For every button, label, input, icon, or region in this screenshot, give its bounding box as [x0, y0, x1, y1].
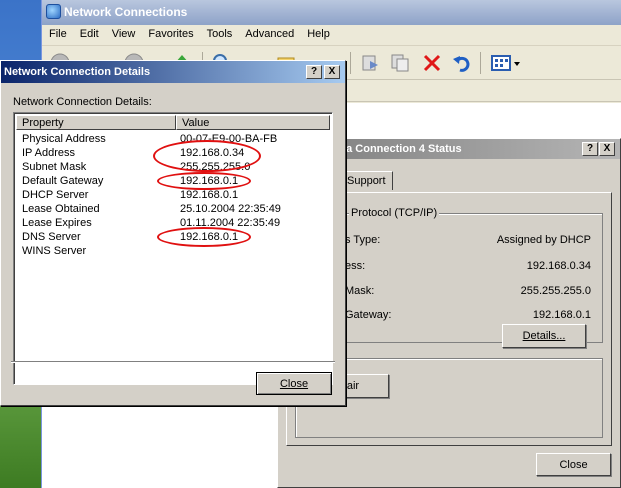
details-listview[interactable]: Property Value Physical Address 00-07-E9… — [13, 112, 333, 385]
address-type-label: s Type: — [345, 234, 381, 246]
gateway-label: Gateway: — [345, 309, 392, 321]
gateway-value: 192.168.0.1 — [532, 309, 591, 321]
menu-edit[interactable]: Edit — [73, 25, 105, 40]
status-close-button[interactable]: Close — [536, 453, 611, 476]
views-icon[interactable] — [488, 51, 524, 75]
menu-view[interactable]: View — [105, 25, 142, 40]
highlight-ellipse-dns — [157, 227, 251, 247]
delete-x-icon[interactable] — [420, 51, 444, 75]
status-help-button[interactable]: ? — [582, 142, 598, 156]
details-close-button[interactable]: Close — [256, 372, 332, 395]
details-help-button[interactable]: ? — [306, 65, 322, 79]
toolbar-separator — [480, 52, 481, 74]
network-connections-icon — [46, 4, 61, 19]
highlight-ellipse-ip-subnet — [153, 140, 261, 172]
column-header-property[interactable]: Property — [16, 115, 176, 130]
move-to-icon[interactable] — [358, 51, 382, 75]
connection-details-dialog: Network Connection Details ? X Network C… — [0, 60, 346, 406]
subnet-mask-label: Mask: — [345, 285, 375, 297]
menu-favorites[interactable]: Favorites — [141, 25, 199, 40]
address-type-value: Assigned by DHCP — [496, 234, 591, 246]
divider — [11, 361, 335, 363]
undo-icon[interactable] — [450, 51, 474, 75]
table-row[interactable]: DHCP Server 192.168.0.1 — [20, 189, 330, 203]
group-title: Protocol (TCP/IP) — [349, 207, 440, 219]
status-close-icon[interactable]: X — [599, 142, 615, 156]
tab-support[interactable]: Support — [340, 171, 393, 190]
menu-advanced[interactable]: Advanced — [238, 25, 300, 40]
details-caption: Network Connection Details: — [13, 96, 152, 108]
table-row[interactable]: WINS Server — [20, 245, 330, 259]
table-row[interactable]: Lease Obtained 25.10.2004 22:35:49 — [20, 203, 330, 217]
highlight-ellipse-gateway — [157, 172, 251, 190]
toolbar-separator — [350, 52, 351, 74]
status-dialog-title: ea Connection 4 Status — [340, 143, 462, 155]
details-close-icon[interactable]: X — [324, 65, 340, 79]
details-dialog-titlebar[interactable]: Network Connection Details ? X — [1, 61, 345, 83]
window-title: Network Connections — [64, 5, 188, 19]
ip-address-label: ess: — [345, 260, 366, 272]
menu-bar: File Edit View Favorites Tools Advanced Help — [42, 25, 621, 46]
menu-file[interactable]: File — [42, 25, 73, 40]
copy-to-icon[interactable] — [388, 51, 412, 75]
details-button[interactable]: Details... — [502, 324, 586, 348]
details-dialog-title: Network Connection Details — [4, 66, 151, 78]
subnet-mask-value: 255.255.255.0 — [520, 285, 591, 297]
column-header-value[interactable]: Value — [176, 115, 330, 130]
menu-help[interactable]: Help — [300, 25, 336, 40]
ip-address-value: 192.168.0.34 — [526, 260, 591, 272]
window-titlebar[interactable]: Network Connections — [42, 0, 621, 25]
menu-tools[interactable]: Tools — [200, 25, 239, 40]
